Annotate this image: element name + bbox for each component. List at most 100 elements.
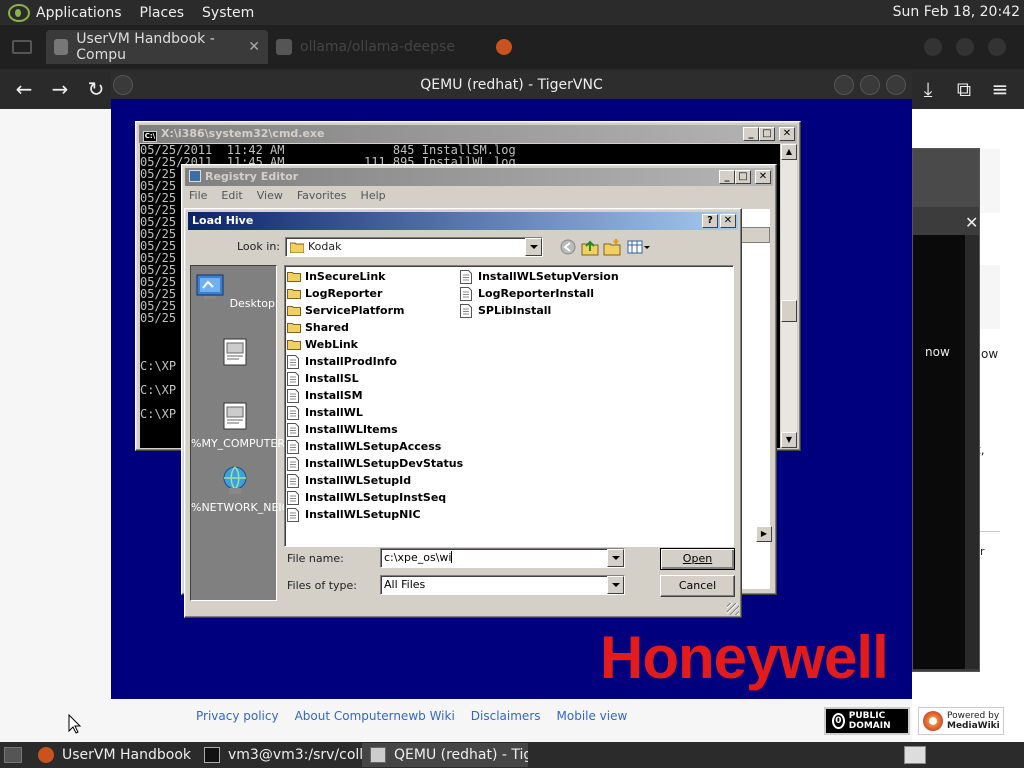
public-domain-badge[interactable]: 0 PUBLIC DOMAIN xyxy=(824,707,910,735)
folder-item[interactable]: LogReporter xyxy=(287,285,382,302)
file-item[interactable]: InstallWL xyxy=(287,404,363,421)
file-list[interactable]: InSecureLink LogReporter ServicePlatform Sh… xyxy=(284,265,734,547)
close-icon[interactable] xyxy=(886,75,906,95)
github-favicon-icon xyxy=(276,39,292,55)
tab-third[interactable] xyxy=(488,30,708,64)
scroll-down-button[interactable]: ▼ xyxy=(781,432,797,448)
gnome-foot-icon[interactable] xyxy=(8,3,30,22)
menu-applications[interactable]: Applications xyxy=(36,5,122,21)
file-item[interactable]: InstallWLSetupVersion xyxy=(460,268,619,285)
chevron-down-icon[interactable] xyxy=(525,238,542,256)
file-item[interactable]: InstallWLSetupDevStatus xyxy=(287,455,463,472)
background-terminal-window: ✕ now xyxy=(912,148,980,672)
disclaimers-link[interactable]: Disclaimers xyxy=(471,709,541,723)
task-tigervnc[interactable]: QEMU (redhat) - Tig... xyxy=(362,743,528,767)
file-item[interactable]: InstallWLSetupNIC xyxy=(287,506,421,523)
load-hive-titlebar[interactable]: Load Hive ? ✕ xyxy=(188,212,738,230)
menu-view[interactable]: View xyxy=(257,187,283,205)
file-item[interactable]: InstallWLItems xyxy=(287,421,398,438)
folder-item[interactable]: WebLink xyxy=(287,336,358,353)
window-menu-icon[interactable] xyxy=(113,75,133,95)
menu-help[interactable]: Help xyxy=(361,187,386,205)
regedit-titlebar[interactable]: Registry Editor _ □ ✕ xyxy=(185,168,773,186)
close-button[interactable]: ✕ xyxy=(755,170,771,184)
resize-grip-icon[interactable] xyxy=(727,603,739,615)
file-item[interactable]: InstallWLSetupAccess xyxy=(287,438,441,455)
task-firefox[interactable]: UserVM Handbook ... xyxy=(30,743,196,767)
forward-arrow-icon[interactable]: → xyxy=(48,77,72,101)
panel-clock[interactable]: Sun Feb 18, 20:42 xyxy=(893,4,1020,20)
privacy-policy-link[interactable]: Privacy policy xyxy=(196,709,279,723)
task-terminal[interactable]: vm3@vm3:/srv/coll... xyxy=(196,743,362,767)
folder-item[interactable]: InSecureLink xyxy=(287,268,385,285)
place-network[interactable]: %NETWORK_NEIGHBORH... xyxy=(191,464,341,514)
registry-file-icon xyxy=(287,372,299,386)
tab-ollama[interactable]: ollama/ollama-deepse xyxy=(268,30,488,64)
close-button[interactable]: ✕ xyxy=(720,214,736,228)
scroll-thumb[interactable] xyxy=(781,300,797,322)
scrollbar[interactable] xyxy=(965,235,979,669)
menu-file[interactable]: File xyxy=(189,187,207,205)
minimize-icon[interactable] xyxy=(834,75,854,95)
mobile-view-link[interactable]: Mobile view xyxy=(557,709,628,723)
maximize-icon[interactable] xyxy=(956,38,974,56)
folder-item[interactable]: Shared xyxy=(287,319,349,336)
place-desktop[interactable]: Desktop xyxy=(191,272,278,310)
tab-close-icon[interactable]: ✕ xyxy=(248,39,260,55)
file-name-input[interactable]: c:\xpe_os\wi xyxy=(380,548,625,568)
maximize-icon[interactable] xyxy=(860,75,880,95)
maximize-button[interactable]: □ xyxy=(759,127,775,141)
minimize-icon[interactable] xyxy=(924,38,942,56)
file-item[interactable]: InstallSM xyxy=(287,387,363,404)
files-of-type-select[interactable]: All Files xyxy=(380,575,625,595)
downloads-icon[interactable]: ⤓ xyxy=(916,77,940,101)
minimize-button[interactable]: _ xyxy=(719,170,735,184)
close-button[interactable]: ✕ xyxy=(779,127,795,141)
cancel-button[interactable]: Cancel xyxy=(660,575,735,597)
back-icon[interactable] xyxy=(559,238,577,256)
menu-system[interactable]: System xyxy=(202,5,254,21)
new-folder-icon[interactable] xyxy=(603,238,621,256)
about-link[interactable]: About Computernewb Wiki xyxy=(295,709,455,723)
tab-list-icon[interactable] xyxy=(12,40,32,54)
cmd-scrollbar[interactable]: ▲ ▼ xyxy=(781,144,797,448)
scroll-up-button[interactable]: ▲ xyxy=(781,144,797,160)
up-folder-icon[interactable] xyxy=(581,238,599,256)
app-menu-icon[interactable]: ≡ xyxy=(988,77,1012,101)
view-menu-icon[interactable] xyxy=(627,238,651,256)
file-item[interactable]: InstallWLSetupInstSeq xyxy=(287,489,446,506)
vnc-remote-screen[interactable]: Honeywell C:\ X:\i386\system32\cmd.exe _ … xyxy=(111,99,912,699)
file-item[interactable]: InstallProdInfo xyxy=(287,353,397,370)
place-my-computer[interactable]: %MY_COMPUTER% xyxy=(191,400,295,450)
look-in-dropdown[interactable]: Kodak xyxy=(285,237,543,257)
folder-item[interactable]: ServicePlatform xyxy=(287,302,404,319)
minimize-button[interactable]: _ xyxy=(743,127,759,141)
reload-icon[interactable]: ↻ xyxy=(84,77,108,101)
wiki-footer-links: Privacy policy About Computernewb Wiki D… xyxy=(196,709,627,723)
mediawiki-badge[interactable]: Powered by MediaWiki xyxy=(918,707,1004,735)
open-button[interactable]: Open xyxy=(660,548,735,570)
place-my-documents[interactable] xyxy=(191,336,278,374)
help-button[interactable]: ? xyxy=(702,214,718,228)
chevron-down-icon[interactable] xyxy=(607,549,624,567)
menu-favorites[interactable]: Favorites xyxy=(297,187,347,205)
maximize-button[interactable]: □ xyxy=(735,170,751,184)
close-icon[interactable] xyxy=(988,38,1006,56)
extensions-icon[interactable]: ⧉ xyxy=(952,77,976,101)
show-desktop-icon[interactable] xyxy=(4,747,22,763)
tray-vnc-icon[interactable] xyxy=(904,746,926,764)
file-item[interactable]: SPLibInstall xyxy=(460,302,551,319)
menu-places[interactable]: Places xyxy=(140,5,185,21)
menu-edit[interactable]: Edit xyxy=(221,187,242,205)
chevron-down-icon[interactable] xyxy=(607,576,624,594)
file-item[interactable]: InstallSL xyxy=(287,370,359,387)
tab-uservm-handbook[interactable]: UserVM Handbook - Compu ✕ xyxy=(46,30,268,64)
cmd-titlebar[interactable]: C:\ X:\i386\system32\cmd.exe _ □ ✕ xyxy=(139,125,797,143)
back-arrow-icon[interactable]: ← xyxy=(12,77,36,101)
scroll-right-button[interactable]: ▶ xyxy=(756,526,772,542)
file-item[interactable]: LogReporterInstall xyxy=(460,285,594,302)
file-item[interactable]: InstallWLSetupId xyxy=(287,472,411,489)
close-icon[interactable]: ✕ xyxy=(965,213,978,232)
vnc-titlebar[interactable]: QEMU (redhat) - TigerVNC xyxy=(111,71,912,99)
registry-file-icon xyxy=(287,389,299,403)
